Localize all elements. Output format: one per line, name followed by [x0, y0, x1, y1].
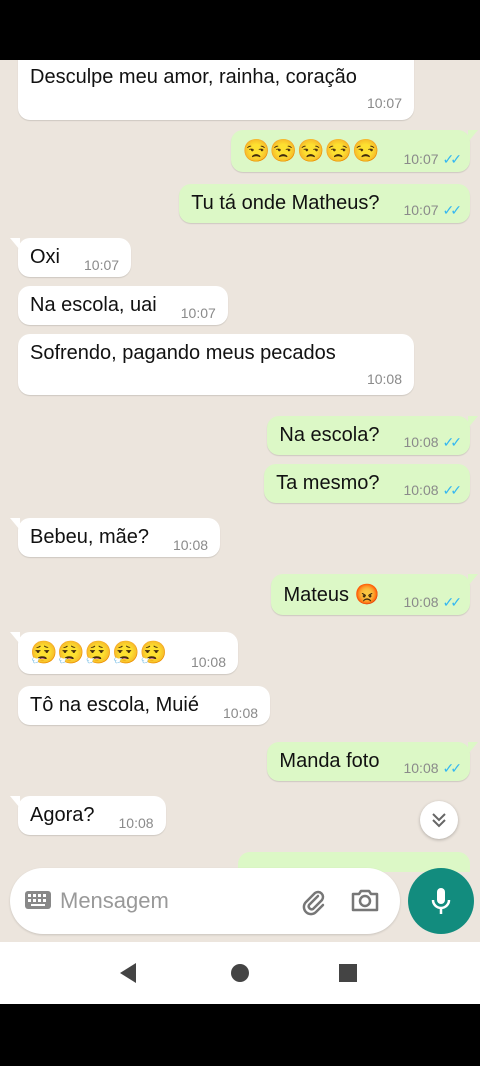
message-outgoing[interactable]: Manda foto 10:08 ✓✓ [267, 742, 478, 781]
keyboard-icon[interactable] [24, 890, 52, 910]
android-navigation-bar [0, 942, 480, 1004]
message-time: 10:07 [366, 95, 402, 111]
message-text: Na escola? [279, 424, 380, 446]
recents-square-icon[interactable] [338, 962, 358, 984]
message-text: Agora? [30, 804, 95, 826]
message-incoming[interactable]: 😮‍💨😮‍💨😮‍💨😮‍💨😮‍💨 10:08 [9, 632, 239, 674]
message-text: 😒😒😒😒😒 [242, 138, 380, 163]
read-ticks-icon: ✓✓ [442, 434, 463, 450]
mic-button[interactable] [408, 868, 474, 934]
message-text: Sofrendo, pagando meus pecados [30, 342, 336, 364]
message-time: 10:08 [118, 815, 154, 831]
message-incoming[interactable]: Oxi 10:07 [9, 238, 132, 277]
message-text: Ta mesmo? [276, 472, 380, 494]
message-meta: 10:08 ✓✓ [403, 482, 463, 499]
message-incoming[interactable]: Agora? 10:08 [10, 796, 166, 835]
read-ticks-icon: ✓✓ [442, 202, 463, 218]
message-time: 10:08 [366, 371, 402, 387]
message-incoming[interactable]: Desculpe meu amor, rainha, coração 10:07 [18, 60, 414, 120]
message-text: Mateus 😡 [283, 584, 380, 606]
camera-icon[interactable] [350, 886, 380, 914]
message-incoming[interactable]: Na escola, uai 10:07 [18, 286, 228, 325]
message-outgoing[interactable]: Tu tá onde Matheus? 10:07 ✓✓ [179, 184, 470, 223]
message-time: 10:07 [84, 257, 120, 273]
message-input-bar: Mensagem [10, 868, 400, 934]
message-meta: 10:07 ✓✓ [403, 151, 463, 168]
message-time: 10:08 [403, 760, 439, 776]
message-time: 10:07 [403, 151, 439, 167]
message-incoming[interactable]: Bebeu, mãe? 10:08 [9, 518, 221, 557]
message-outgoing[interactable]: Mateus 😡 10:08 ✓✓ [271, 574, 478, 615]
scroll-to-bottom-button[interactable] [420, 801, 458, 839]
mic-icon [431, 888, 451, 914]
back-triangle-icon[interactable] [118, 962, 138, 984]
message-text: Oxi [30, 246, 60, 268]
message-time: 10:08 [222, 705, 259, 721]
message-time: 10:08 [403, 594, 439, 610]
double-chevron-down-icon [432, 813, 446, 828]
paperclip-icon[interactable] [300, 888, 328, 916]
message-outgoing[interactable]: Na escola? 10:08 ✓✓ [267, 416, 478, 455]
message-time: 10:08 [190, 654, 227, 670]
read-ticks-icon: ✓✓ [442, 151, 463, 167]
message-text: 😮‍💨😮‍💨😮‍💨😮‍💨😮‍💨 [30, 640, 167, 665]
message-text: Desculpe meu amor, rainha, coração [30, 66, 357, 88]
message-input[interactable]: Mensagem [60, 888, 169, 914]
message-text: Tô na escola, Muié [30, 694, 199, 716]
read-ticks-icon: ✓✓ [442, 594, 463, 610]
read-ticks-icon: ✓✓ [442, 482, 463, 498]
message-time: 10:07 [403, 202, 439, 218]
message-meta: 10:07 ✓✓ [403, 202, 463, 219]
message-outgoing[interactable]: Ta mesmo? 10:08 ✓✓ [264, 464, 470, 503]
screen-bottom-edge [0, 1004, 480, 1066]
message-time: 10:08 [172, 537, 209, 553]
message-meta: 10:08 ✓✓ [403, 434, 463, 451]
message-meta: 10:08 ✓✓ [403, 594, 463, 611]
message-incoming[interactable]: Sofrendo, pagando meus pecados 10:08 [18, 334, 414, 395]
message-meta: 10:08 ✓✓ [403, 760, 463, 777]
chat-area[interactable]: Desculpe meu amor, rainha, coração 10:07… [0, 60, 480, 942]
message-text: Manda foto [279, 750, 380, 772]
read-ticks-icon: ✓✓ [442, 760, 463, 776]
message-text: Na escola, uai [30, 294, 157, 316]
message-time: 10:08 [403, 434, 439, 450]
message-text: Bebeu, mãe? [30, 526, 149, 548]
message-outgoing[interactable]: 😒😒😒😒😒 10:07 ✓✓ [230, 130, 479, 172]
message-time: 10:07 [180, 305, 216, 321]
message-time: 10:08 [403, 482, 439, 498]
message-incoming[interactable]: Tô na escola, Muié 10:08 [18, 686, 271, 725]
home-circle-icon[interactable] [230, 962, 250, 984]
message-text: Tu tá onde Matheus? [191, 192, 380, 214]
